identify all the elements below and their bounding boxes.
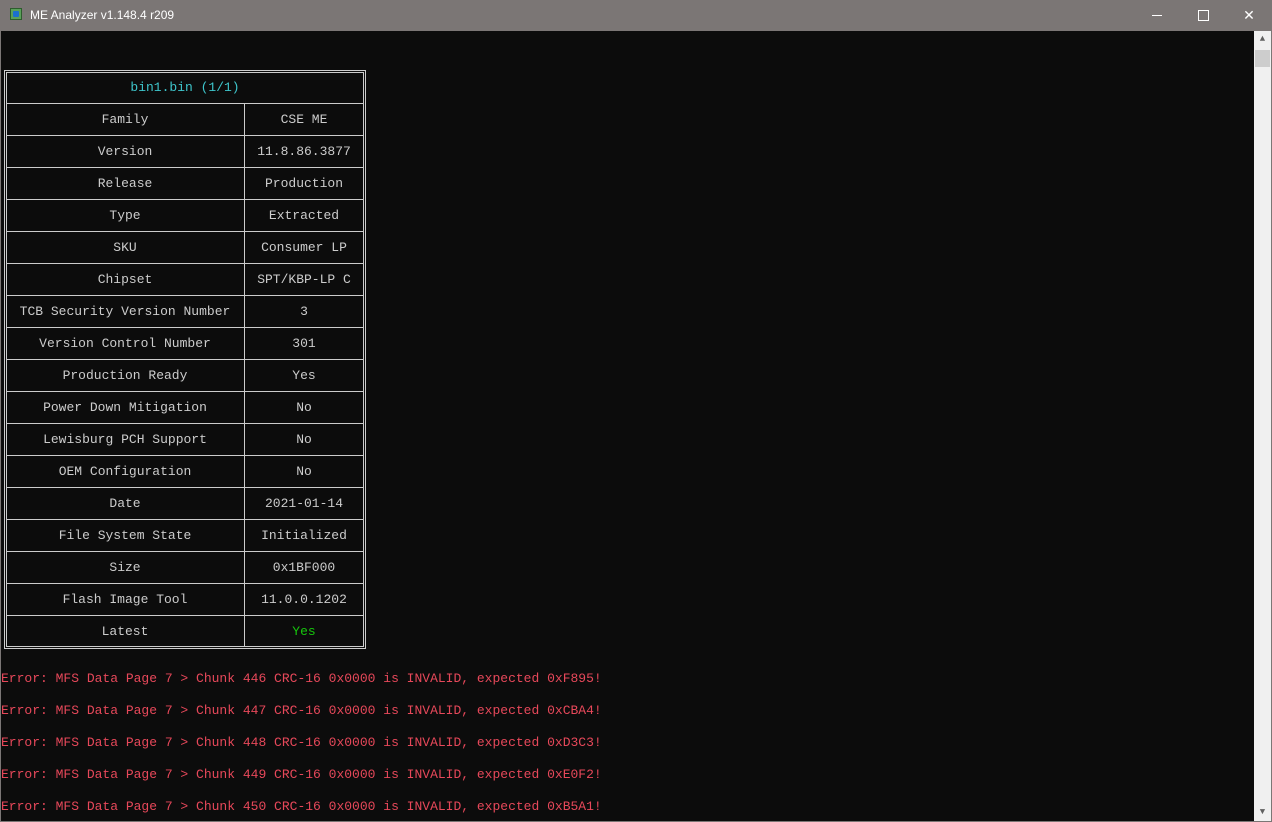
table-row: SKU Consumer LP: [6, 231, 364, 263]
close-icon: ✕: [1243, 7, 1255, 23]
title-bar: ME Analyzer v1.148.4 r209 ✕: [0, 0, 1272, 31]
row-key: File System State: [6, 520, 245, 551]
row-key: Date: [6, 488, 245, 519]
row-value: Yes: [292, 368, 316, 383]
row-value: No: [296, 464, 312, 479]
scroll-thumb[interactable]: [1255, 50, 1270, 67]
row-value: No: [296, 432, 312, 447]
row-key: Version Control Number: [6, 328, 245, 359]
error-line: Error: MFS Data Page 7 > Chunk 450 CRC-1…: [1, 799, 602, 814]
row-key: Flash Image Tool: [6, 584, 245, 615]
app-icon: [10, 8, 22, 20]
row-value: Extracted: [268, 208, 340, 223]
row-key: Size: [6, 552, 245, 583]
row-value: 301: [292, 336, 316, 351]
row-value: CSE ME: [280, 112, 328, 127]
row-value: 11.8.86.3877: [257, 144, 351, 159]
table-title: bin1.bin (1/1): [130, 80, 240, 95]
table-row: Release Production: [6, 167, 364, 199]
row-key: Release: [6, 168, 245, 199]
window-title: ME Analyzer v1.148.4 r209: [30, 8, 175, 22]
row-value: Consumer LP: [261, 240, 347, 255]
row-value: SPT/KBP-LP C: [257, 272, 351, 287]
scroll-up-icon[interactable]: ▲: [1254, 31, 1271, 48]
row-value: Production: [264, 176, 343, 191]
table-row: Date 2021-01-14: [6, 487, 364, 519]
close-button[interactable]: ✕: [1226, 0, 1272, 31]
row-key: Family: [6, 104, 245, 135]
table-row: TCB Security Version Number 3: [6, 295, 364, 327]
row-key: Production Ready: [6, 360, 245, 391]
vertical-scrollbar[interactable]: ▲ ▼: [1254, 31, 1271, 821]
row-key: SKU: [6, 232, 245, 263]
row-value: Yes: [292, 624, 316, 639]
table-row: Version 11.8.86.3877: [6, 135, 364, 167]
table-row: Size 0x1BF000: [6, 551, 364, 583]
table-row: Chipset SPT/KBP-LP C: [6, 263, 364, 295]
error-line: Error: MFS Data Page 7 > Chunk 447 CRC-1…: [1, 703, 602, 718]
row-value: 0x1BF000: [272, 560, 336, 575]
row-key: OEM Configuration: [6, 456, 245, 487]
table-row: OEM Configuration No: [6, 455, 364, 487]
row-key: Latest: [6, 616, 245, 647]
row-value: 2021-01-14: [264, 496, 343, 511]
table-row: Latest Yes: [6, 615, 364, 647]
table-row: Power Down Mitigation No: [6, 391, 364, 423]
row-value: No: [296, 400, 312, 415]
row-value: Initialized: [261, 528, 347, 543]
table-row: Type Extracted: [6, 199, 364, 231]
table-row: File System State Initialized: [6, 519, 364, 551]
maximize-button[interactable]: [1180, 0, 1226, 31]
maximize-icon: [1197, 10, 1209, 21]
row-value: 3: [300, 304, 308, 319]
table-row: Family CSE ME: [6, 103, 364, 135]
row-key: Version: [6, 136, 245, 167]
error-line: Error: MFS Data Page 7 > Chunk 448 CRC-1…: [1, 735, 602, 750]
row-key: Power Down Mitigation: [6, 392, 245, 423]
error-line: Error: MFS Data Page 7 > Chunk 446 CRC-1…: [1, 671, 602, 686]
row-key: Type: [6, 200, 245, 231]
minimize-icon: [1152, 15, 1162, 16]
row-key: TCB Security Version Number: [6, 296, 245, 327]
table-row: Version Control Number 301: [6, 327, 364, 359]
error-line: Error: MFS Data Page 7 > Chunk 449 CRC-1…: [1, 767, 602, 782]
table-row: Flash Image Tool 11.0.0.1202: [6, 583, 364, 615]
row-key: Chipset: [6, 264, 245, 295]
table-row: Lewisburg PCH Support No: [6, 423, 364, 455]
scroll-down-icon[interactable]: ▼: [1254, 804, 1271, 821]
minimize-button[interactable]: [1134, 0, 1180, 31]
row-value: 11.0.0.1202: [261, 592, 347, 607]
row-key: Lewisburg PCH Support: [6, 424, 245, 455]
table-row: Production Ready Yes: [6, 359, 364, 391]
